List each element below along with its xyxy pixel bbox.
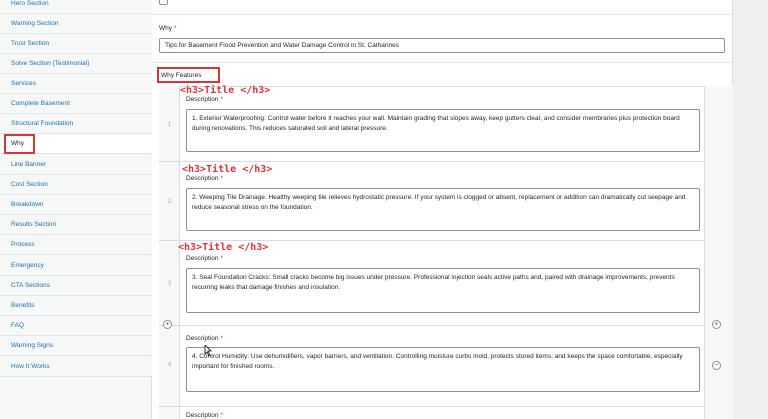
sidebar-item-emergency[interactable]: Emergency [0, 256, 152, 276]
row-separator [159, 406, 705, 407]
field-divider [152, 62, 733, 63]
sidebar-item-results-section[interactable]: Results Section [0, 215, 152, 235]
sidebar-item-solve-section[interactable]: Solve Section (Testimonial) [0, 54, 152, 74]
row-drag-handle[interactable]: 3 [159, 241, 180, 325]
row-separator [159, 240, 705, 241]
sidebar-item-label: CTA Sections [11, 282, 50, 289]
sidebar-item-hero-section[interactable]: Hero Section [0, 0, 152, 14]
field-divider [152, 14, 733, 15]
editor-screen: Hero Section Warning Section Trust Secti… [0, 0, 768, 419]
sidebar-item-label: Process [11, 241, 35, 248]
collapse-row-icon[interactable]: • [163, 320, 172, 329]
annotation-highlight-why-features [157, 67, 220, 83]
description-label: Description * [186, 96, 224, 103]
sidebar-item-warning-signs[interactable]: Warning Signs [0, 336, 152, 356]
sidebar-item-label: Complete Basement [11, 100, 70, 107]
sidebar-item-label: Emergency [11, 262, 44, 269]
page-background [733, 0, 768, 419]
why-text-input[interactable]: Tips for Basement Flood Prevention and W… [159, 38, 725, 53]
sidebar-item-services[interactable]: Services [0, 74, 152, 94]
sidebar-item-warning-section[interactable]: Warning Section [0, 14, 152, 34]
row-drag-handle[interactable]: 4 [159, 326, 180, 406]
required-marker: * [174, 25, 177, 32]
row-number: 3 [167, 281, 172, 287]
sidebar-item-label: Trust Section [11, 40, 50, 47]
sidebar-item-label: Warning Section [11, 20, 59, 27]
annotation-highlight-why-tab [4, 134, 35, 154]
tab-sidebar: Hero Section Warning Section Trust Secti… [0, 0, 152, 419]
sidebar-item-breakdown[interactable]: Breakdown [0, 195, 152, 215]
sidebar-item-faq[interactable]: FAQ [0, 316, 152, 336]
description-textarea[interactable]: 3. Seal Foundation Cracks: Small cracks … [186, 268, 700, 313]
description-label: Description * [186, 255, 224, 262]
sidebar-item-label: Services [11, 80, 36, 87]
sidebar-item-cost-section[interactable]: Cost Section [0, 175, 152, 195]
title-annotation: <h3>Title </h3> [182, 164, 273, 175]
description-textarea[interactable]: 2. Weeping Tile Drainage: Healthy weepin… [186, 188, 700, 231]
sidebar-item-structural-foundation[interactable]: Structural Foundation [0, 114, 152, 134]
sidebar-item-label: Line Banner [11, 161, 47, 168]
field-panel: Why * Tips for Basement Flood Prevention … [152, 0, 733, 419]
row-separator [159, 325, 705, 326]
row-number: 2 [167, 199, 172, 205]
sidebar-item-label: Results Section [11, 221, 57, 228]
sidebar-item-complete-basement[interactable]: Complete Basement [0, 94, 152, 114]
row-drag-handle[interactable] [159, 407, 180, 419]
sidebar-item-label: Breakdown [11, 201, 44, 208]
description-textarea[interactable]: 4. Control Humidity: Use dehumidifiers, … [186, 347, 700, 392]
description-textarea[interactable]: 1. Exterior Waterproofing: Control water… [186, 109, 700, 152]
sidebar-item-label: Cost Section [11, 181, 48, 188]
why-field-label: Why * [159, 25, 177, 32]
row-number: 4 [167, 362, 172, 368]
sidebar-item-label: How It Works [11, 363, 50, 370]
title-annotation: <h3>Title </h3> [180, 85, 271, 96]
row-separator [159, 161, 705, 162]
row-drag-handle[interactable]: 1 [159, 86, 180, 161]
row-number: 1 [167, 122, 172, 128]
sidebar-item-benefits[interactable]: Benefits [0, 296, 152, 316]
sidebar-item-label: Warning Signs [11, 342, 54, 349]
sidebar-item-label: Hero Section [11, 0, 49, 7]
title-annotation: <h3>Title </h3> [178, 242, 269, 253]
sidebar-item-label: FAQ [11, 322, 25, 329]
description-label: Description * [186, 175, 224, 182]
sidebar-item-label: Structural Foundation [11, 120, 74, 127]
sidebar-item-line-banner[interactable]: Line Banner [0, 155, 152, 175]
row-drag-handle[interactable]: 2 [159, 162, 180, 240]
remove-row-icon[interactable]: − [712, 361, 721, 370]
mouse-cursor-icon [204, 345, 212, 356]
description-label: Description * [186, 335, 224, 342]
add-row-icon[interactable]: + [712, 320, 721, 329]
sidebar-item-label: Benefits [11, 302, 35, 309]
description-label: Description * [186, 412, 224, 419]
sidebar-item-cta-sections[interactable]: CTA Sections [0, 276, 152, 296]
sidebar-item-process[interactable]: Process [0, 235, 152, 255]
sidebar-item-trust-section[interactable]: Trust Section [0, 34, 152, 54]
sidebar-item-label: Solve Section (Testimonial) [11, 60, 90, 67]
toggle-checkbox[interactable] [159, 0, 168, 5]
sidebar-item-how-it-works[interactable]: How It Works [0, 357, 152, 377]
